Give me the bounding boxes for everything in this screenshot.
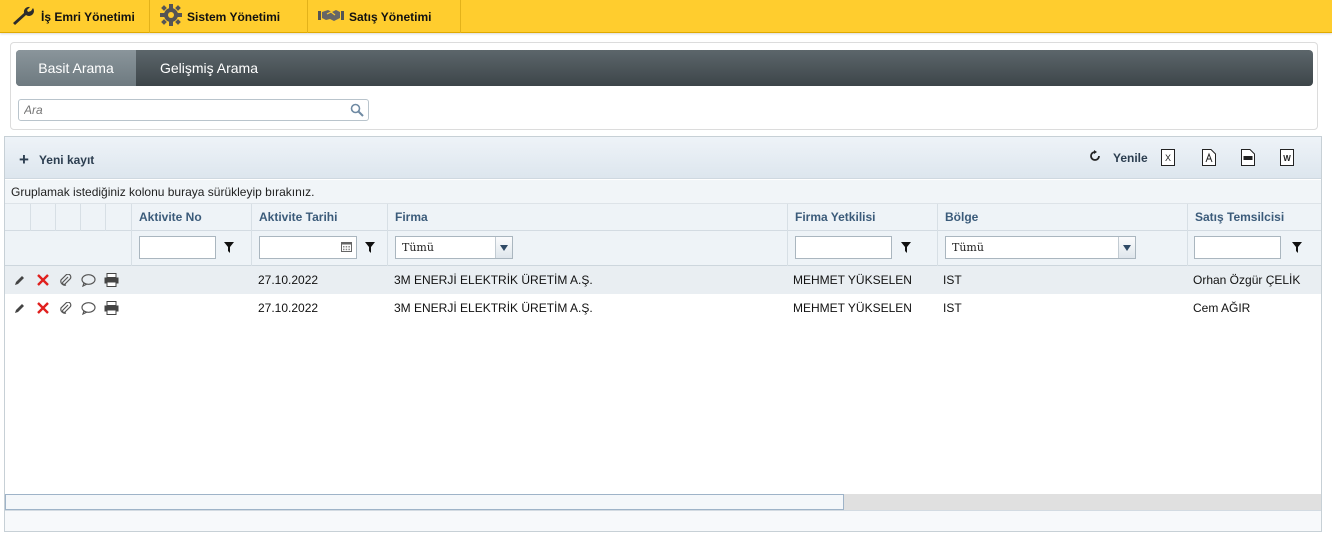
filter-aktivite-tarihi xyxy=(251,231,387,266)
menu-satis-yonetimi[interactable]: Satış Yönetimi xyxy=(308,0,461,33)
header-action-col xyxy=(80,204,105,231)
tab-gelismis-arama[interactable]: Gelişmiş Arama xyxy=(136,50,282,86)
edit-pencil-icon[interactable] xyxy=(11,300,28,316)
temsilci-filter-input[interactable] xyxy=(1194,236,1281,259)
menu-sistem-yonetimi[interactable]: Sistem Yönetimi xyxy=(150,0,308,33)
filter-bolge: Tümü xyxy=(937,231,1187,266)
chevron-down-icon[interactable] xyxy=(495,237,512,258)
grid-toolbar: + Yeni kayıt Yenile X W xyxy=(5,137,1321,179)
yetkili-filter-input[interactable] xyxy=(795,236,892,259)
edit-pencil-icon[interactable] xyxy=(11,272,28,288)
tarih-filter-input[interactable] xyxy=(259,236,357,259)
svg-text:X: X xyxy=(1165,153,1171,163)
svg-text:W: W xyxy=(1283,154,1291,163)
refresh-label: Yenile xyxy=(1113,150,1148,165)
group-drop-area[interactable]: Gruplamak istediğiniz kolonu buraya sürü… xyxy=(5,180,1321,204)
new-record-label: Yeni kayıt xyxy=(38,153,95,167)
delete-x-icon[interactable] xyxy=(34,272,51,288)
cell-satis-temsilcisi: Orhan Özgür ÇELİK xyxy=(1193,273,1301,287)
horizontal-scrollbar[interactable] xyxy=(5,494,1321,510)
header-firma[interactable]: Firma xyxy=(387,204,787,231)
header-satis-temsilcisi[interactable]: Satış Temsilcisi xyxy=(1187,204,1321,231)
printer-icon[interactable] xyxy=(103,300,120,316)
attachment-icon[interactable] xyxy=(57,300,74,316)
header-action-col xyxy=(105,204,131,231)
cell-satis-temsilcisi: Cem AĞIR xyxy=(1193,301,1251,315)
tab-basit-arama[interactable]: Basit Arama xyxy=(16,50,136,86)
bolge-select-value: Tümü xyxy=(952,241,984,254)
calendar-icon[interactable] xyxy=(341,241,352,255)
cell-firma: 3M ENERJİ ELEKTRİK ÜRETİM A.Ş. xyxy=(394,301,593,315)
wrench-icon xyxy=(10,4,41,29)
cell-firma: 3M ENERJİ ELEKTRİK ÜRETİM A.Ş. xyxy=(394,273,593,287)
gear-icon xyxy=(160,4,187,29)
activity-grid: + Yeni kayıt Yenile X W Gruplamak istedi… xyxy=(4,136,1322,532)
cell-aktivite-tarihi: 27.10.2022 xyxy=(258,301,319,315)
comment-icon[interactable] xyxy=(80,272,97,288)
filter-funnel-icon[interactable] xyxy=(901,242,911,256)
filter-funnel-icon[interactable] xyxy=(1292,242,1302,256)
plus-icon: + xyxy=(19,150,29,169)
header-firma-yetkilisi[interactable]: Firma Yetkilisi xyxy=(787,204,937,231)
table-row[interactable]: 27.10.2022 3M ENERJİ ELEKTRİK ÜRETİM A.Ş… xyxy=(5,294,1321,322)
bolge-filter-select[interactable]: Tümü xyxy=(945,236,1136,259)
pdf-export-icon[interactable] xyxy=(1202,149,1216,169)
firma-filter-select[interactable]: Tümü xyxy=(395,236,513,259)
top-menu-bar: İş Emri Yönetimi Sistem Yönetimi Satış Y… xyxy=(0,0,1332,33)
aktivite-no-filter-input[interactable] xyxy=(139,236,216,259)
menu-is-emri-yonetimi[interactable]: İş Emri Yönetimi xyxy=(0,0,150,33)
search-box xyxy=(18,99,369,121)
word-export-icon[interactable]: W xyxy=(1280,149,1294,169)
cell-firma-yetkilisi: MEHMET YÜKSELEN xyxy=(793,301,912,315)
filter-funnel-icon[interactable] xyxy=(224,242,234,256)
search-tabstrip: Basit Arama Gelişmiş Arama xyxy=(16,50,1313,86)
header-action-col xyxy=(30,204,55,231)
header-bolge[interactable]: Bölge xyxy=(937,204,1187,231)
row-actions xyxy=(11,272,120,288)
search-panel: Basit Arama Gelişmiş Arama xyxy=(10,42,1318,130)
menu-label: Satış Yönetimi xyxy=(349,9,432,24)
grid-header-row: Aktivite No Aktivite Tarihi Firma Firma … xyxy=(5,204,1321,231)
cell-bolge: IST xyxy=(943,301,962,315)
printer-icon[interactable] xyxy=(103,272,120,288)
firma-select-value: Tümü xyxy=(402,241,434,254)
filter-firma-yetkilisi xyxy=(787,231,937,266)
excel-export-icon[interactable]: X xyxy=(1161,149,1175,169)
filter-satis-temsilcisi xyxy=(1187,231,1321,266)
header-aktivite-no[interactable]: Aktivite No xyxy=(131,204,251,231)
csv-export-icon[interactable] xyxy=(1241,149,1255,169)
search-icon[interactable] xyxy=(350,103,364,120)
menu-label: Sistem Yönetimi xyxy=(187,9,281,24)
search-input[interactable] xyxy=(19,100,339,120)
filter-funnel-icon[interactable] xyxy=(365,242,375,256)
cell-firma-yetkilisi: MEHMET YÜKSELEN xyxy=(793,273,912,287)
chevron-down-icon[interactable] xyxy=(1118,237,1135,258)
cell-bolge: IST xyxy=(943,273,962,287)
header-action-col xyxy=(55,204,80,231)
grid-filter-row: Tümü Tümü xyxy=(5,231,1321,266)
row-actions xyxy=(11,300,120,316)
comment-icon[interactable] xyxy=(80,300,97,316)
table-row[interactable]: 27.10.2022 3M ENERJİ ELEKTRİK ÜRETİM A.Ş… xyxy=(5,266,1321,294)
menu-label: İş Emri Yönetimi xyxy=(41,9,135,24)
delete-x-icon[interactable] xyxy=(34,300,51,316)
refresh-button[interactable]: Yenile xyxy=(1089,150,1148,165)
refresh-icon xyxy=(1089,150,1101,165)
attachment-icon[interactable] xyxy=(57,272,74,288)
scrollbar-thumb[interactable] xyxy=(5,494,844,510)
filter-firma: Tümü xyxy=(387,231,787,266)
handshake-icon xyxy=(318,7,349,26)
new-record-button[interactable]: + Yeni kayıt xyxy=(19,150,94,170)
header-aktivite-tarihi[interactable]: Aktivite Tarihi xyxy=(251,204,387,231)
filter-aktivite-no xyxy=(131,231,251,266)
grid-footer xyxy=(5,510,1321,531)
cell-aktivite-tarihi: 27.10.2022 xyxy=(258,273,319,287)
